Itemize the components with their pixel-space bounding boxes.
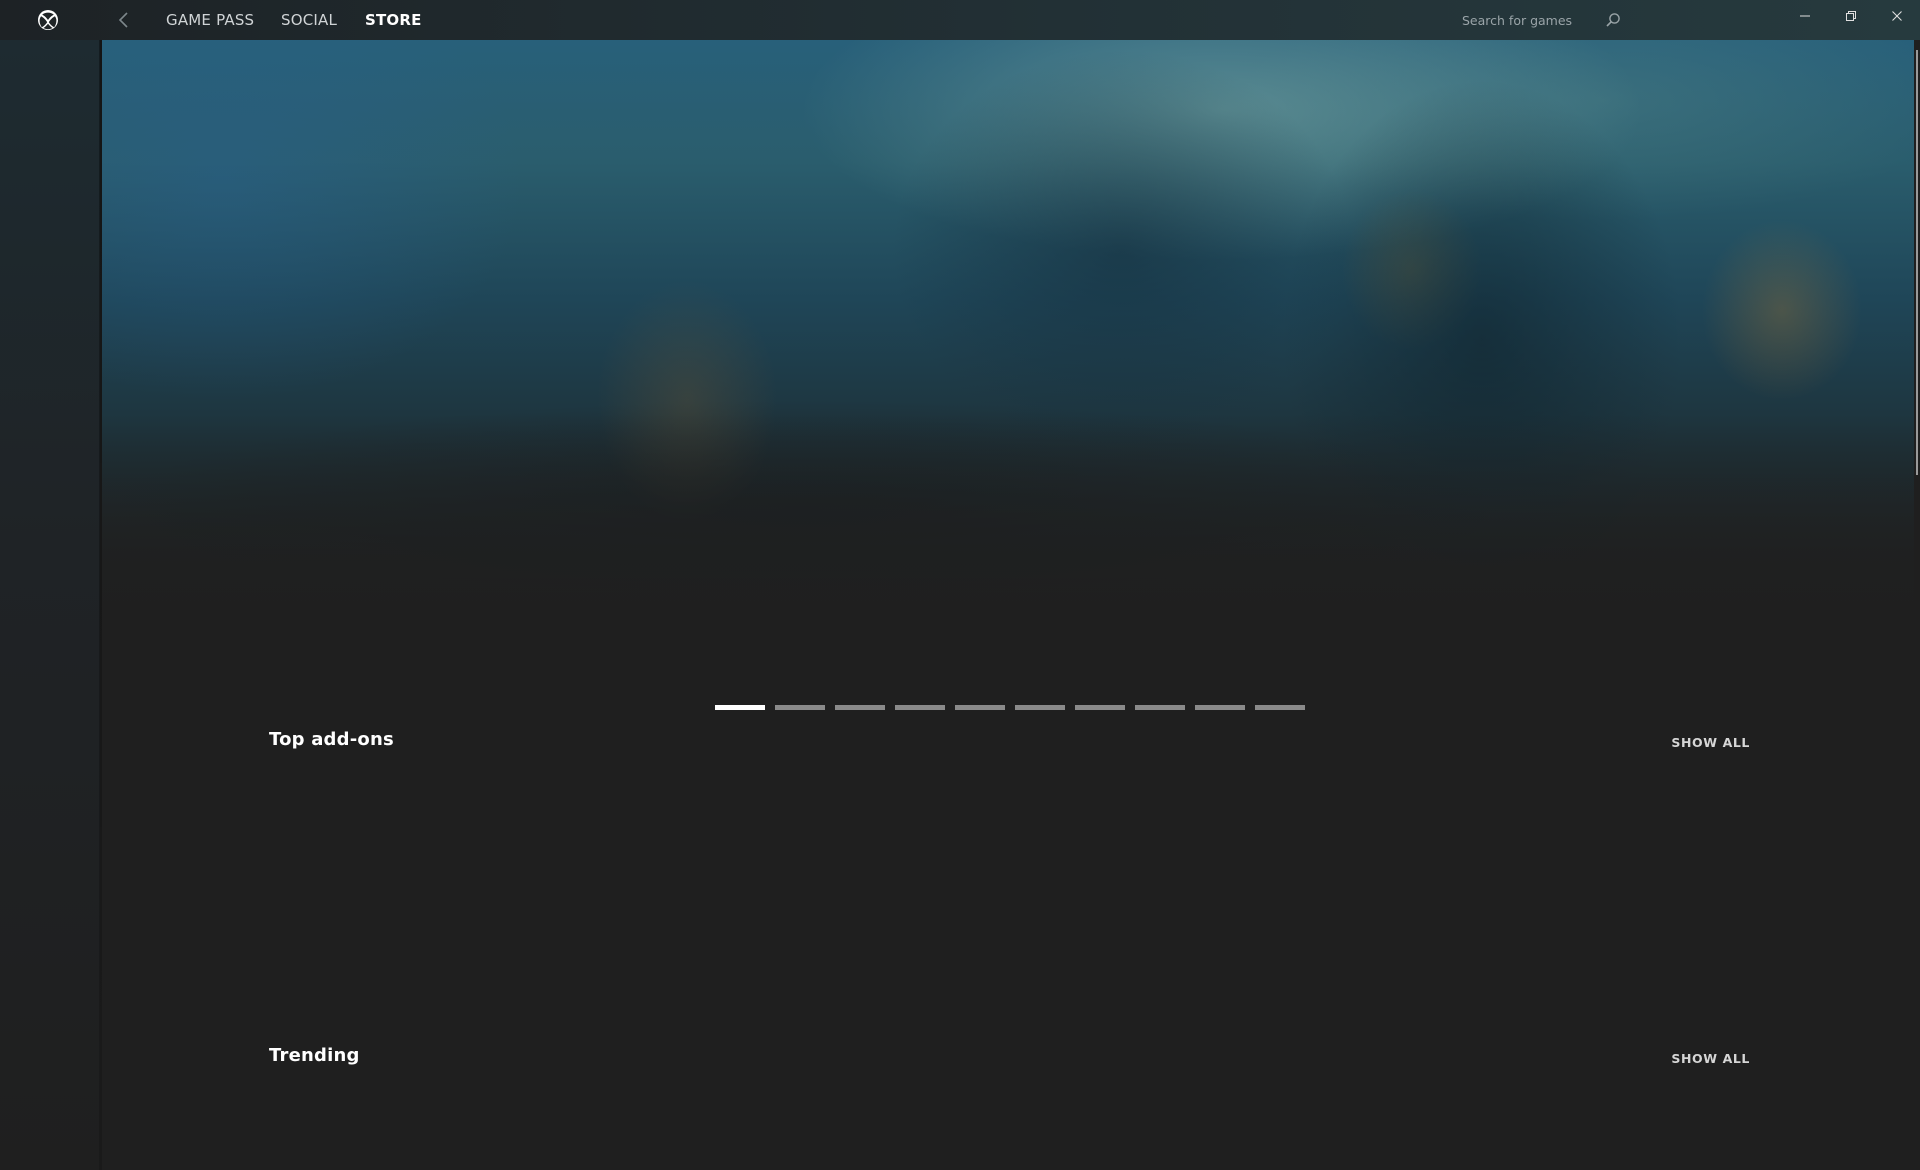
restore-button[interactable]	[1828, 0, 1874, 32]
carousel-indicator-5[interactable]	[955, 705, 1005, 710]
carousel-indicator-10[interactable]	[1255, 705, 1305, 710]
chevron-left-icon	[118, 12, 128, 28]
title-bar: GAME PASS SOCIAL STORE	[0, 0, 1920, 40]
close-button[interactable]	[1874, 0, 1920, 32]
search-input[interactable]	[1452, 6, 1602, 34]
left-sidebar	[0, 40, 100, 1170]
carousel-indicator-7[interactable]	[1075, 705, 1125, 710]
section-title-trending: Trending	[269, 1045, 360, 1066]
xbox-app-window: GAME PASS SOCIAL STORE Search for games …	[0, 0, 1920, 1170]
carousel-indicator-9[interactable]	[1195, 705, 1245, 710]
section-title-top-add-ons: Top add-ons	[269, 729, 394, 750]
back-button[interactable]	[112, 8, 136, 32]
scrollbar-thumb[interactable]	[1916, 50, 1918, 475]
carousel-indicators	[715, 705, 1305, 711]
show-all-trending-button[interactable]: SHOW ALL	[1671, 1051, 1750, 1066]
tab-game-pass[interactable]: GAME PASS	[166, 11, 254, 29]
search-icon	[1606, 13, 1620, 27]
carousel-indicator-4[interactable]	[895, 705, 945, 710]
carousel-indicator-2[interactable]	[775, 705, 825, 710]
search-button[interactable]	[1604, 11, 1622, 29]
search-box	[1452, 6, 1634, 34]
carousel-indicator-6[interactable]	[1015, 705, 1065, 710]
minimize-button[interactable]	[1782, 0, 1828, 32]
hero-banner[interactable]	[102, 40, 1916, 720]
minimize-icon	[1800, 15, 1810, 17]
carousel-indicator-3[interactable]	[835, 705, 885, 710]
scrollbar[interactable]	[1914, 40, 1920, 1170]
tab-social[interactable]: SOCIAL	[281, 11, 337, 29]
carousel-indicator-1[interactable]	[715, 705, 765, 710]
xbox-logo-icon[interactable]	[37, 9, 59, 31]
tab-store[interactable]: STORE	[365, 11, 422, 29]
close-icon	[1892, 11, 1902, 21]
hero-fade	[102, 40, 1916, 720]
restore-icon	[1846, 11, 1856, 21]
show-all-top-add-ons-button[interactable]: SHOW ALL	[1671, 735, 1750, 750]
carousel-indicator-8[interactable]	[1135, 705, 1185, 710]
